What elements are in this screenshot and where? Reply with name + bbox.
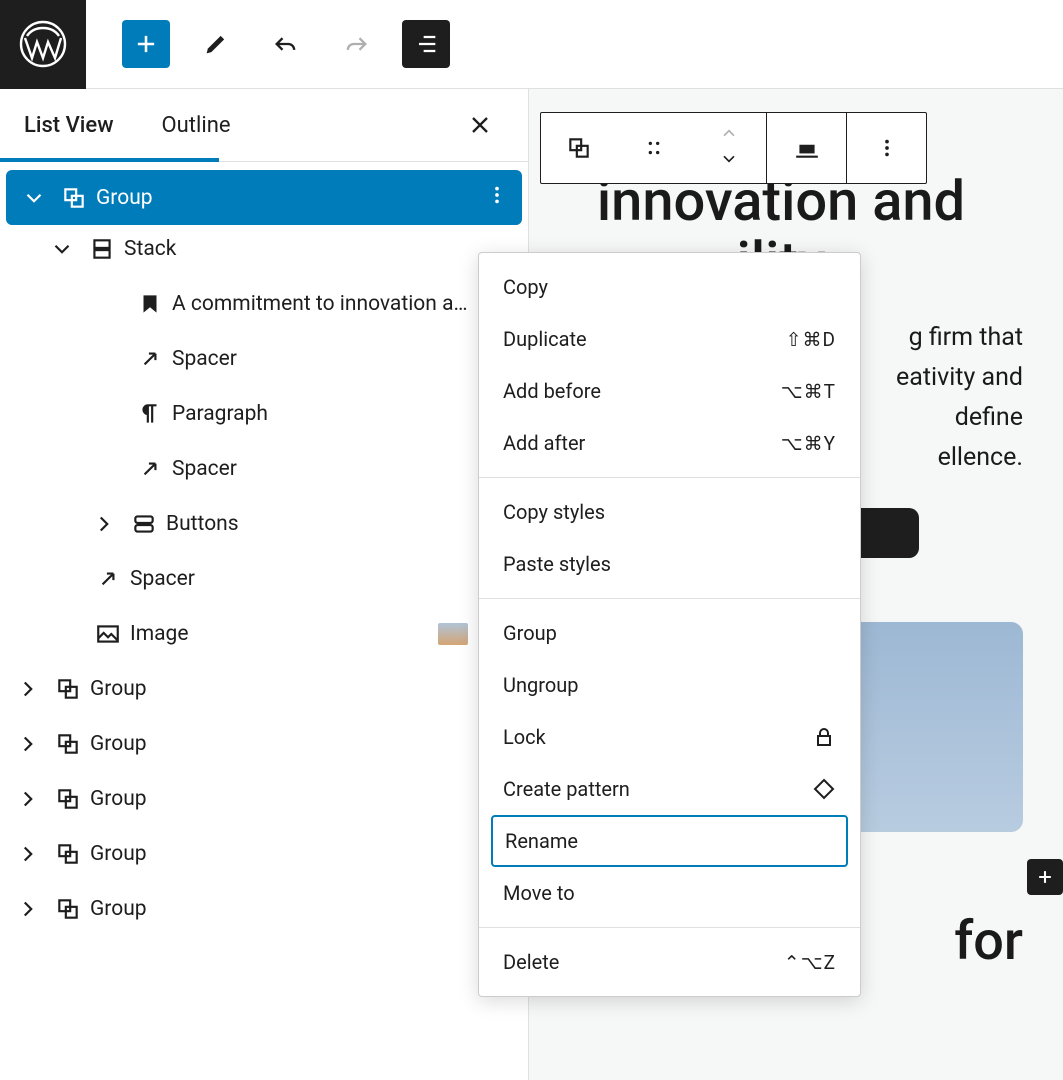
chevron-down-icon[interactable] bbox=[44, 236, 80, 262]
menu-rename[interactable]: Rename bbox=[491, 815, 848, 867]
shortcut-label: ⌥⌘Y bbox=[781, 432, 836, 455]
tree-item-spacer[interactable]: Spacer bbox=[0, 441, 528, 496]
tree-item-label: Spacer bbox=[130, 567, 528, 591]
tree-item-image[interactable]: Image bbox=[0, 606, 528, 661]
menu-copy-styles[interactable]: Copy styles bbox=[479, 486, 860, 538]
tree-item-label: A commitment to innovation a… bbox=[172, 292, 528, 316]
menu-create-pattern[interactable]: Create pattern bbox=[479, 763, 860, 815]
group-icon bbox=[46, 731, 90, 757]
paragraph-icon bbox=[128, 401, 172, 427]
move-buttons bbox=[691, 113, 766, 183]
image-thumbnail bbox=[438, 623, 468, 645]
menu-duplicate[interactable]: Duplicate⇧⌘D bbox=[479, 313, 860, 365]
tree-item-label: Spacer bbox=[172, 457, 528, 481]
group-icon bbox=[52, 185, 96, 211]
shortcut-label: ⌥⌘T bbox=[781, 380, 836, 403]
list-view-panel: List View Outline Group Stack A commitme… bbox=[0, 89, 529, 1080]
chevron-right-icon[interactable] bbox=[10, 676, 46, 702]
tree-item-label: Group bbox=[96, 186, 486, 210]
menu-move-to[interactable]: Move to bbox=[479, 867, 860, 919]
add-block-fab[interactable] bbox=[1027, 859, 1063, 895]
chevron-right-icon[interactable] bbox=[10, 731, 46, 757]
image-icon bbox=[86, 621, 130, 647]
drag-handle[interactable] bbox=[616, 113, 691, 183]
heading-icon bbox=[128, 291, 172, 317]
shortcut-label: ⌃⌥Z bbox=[784, 951, 836, 974]
chevron-right-icon[interactable] bbox=[86, 511, 122, 537]
align-button[interactable] bbox=[766, 113, 846, 183]
tree-item-label: Stack bbox=[124, 237, 528, 261]
tree-item-stack[interactable]: Stack bbox=[0, 221, 528, 276]
block-type-button[interactable] bbox=[541, 113, 616, 183]
buttons-icon bbox=[122, 511, 166, 537]
group-icon bbox=[46, 676, 90, 702]
menu-copy[interactable]: Copy bbox=[479, 261, 860, 313]
tree-item-spacer[interactable]: Spacer bbox=[0, 331, 528, 386]
menu-add-before[interactable]: Add before⌥⌘T bbox=[479, 365, 860, 417]
tree-item-buttons[interactable]: Buttons bbox=[0, 496, 528, 551]
tree-item-label: Group bbox=[90, 732, 528, 756]
block-more-options[interactable] bbox=[846, 113, 926, 183]
tree-item-label: Group bbox=[90, 677, 528, 701]
chevron-right-icon[interactable] bbox=[10, 896, 46, 922]
tree-item-heading[interactable]: A commitment to innovation a… bbox=[0, 276, 528, 331]
tree-item-label: Group bbox=[90, 787, 528, 811]
block-tree: Group Stack A commitment to innovation a… bbox=[0, 162, 528, 936]
stack-icon bbox=[80, 236, 124, 262]
tree-item-label: Image bbox=[130, 622, 438, 646]
add-block-button[interactable] bbox=[122, 20, 170, 68]
menu-ungroup[interactable]: Ungroup bbox=[479, 659, 860, 711]
chevron-down-icon[interactable] bbox=[16, 185, 52, 211]
close-panel-button[interactable] bbox=[456, 101, 504, 149]
menu-delete[interactable]: Delete⌃⌥Z bbox=[479, 936, 860, 988]
chevron-right-icon[interactable] bbox=[10, 841, 46, 867]
spacer-icon bbox=[128, 456, 172, 482]
top-toolbar bbox=[0, 0, 1063, 89]
undo-button[interactable] bbox=[262, 20, 310, 68]
more-options-icon[interactable] bbox=[486, 184, 508, 212]
shortcut-label: ⇧⌘D bbox=[786, 328, 836, 351]
chevron-right-icon[interactable] bbox=[10, 786, 46, 812]
group-icon bbox=[46, 841, 90, 867]
tree-item-group[interactable]: Group bbox=[0, 771, 528, 826]
menu-lock[interactable]: Lock bbox=[479, 711, 860, 763]
block-context-menu: Copy Duplicate⇧⌘D Add before⌥⌘T Add afte… bbox=[478, 252, 861, 997]
tree-item-group[interactable]: Group bbox=[0, 661, 528, 716]
block-toolbar bbox=[540, 112, 927, 184]
tree-item-group-selected[interactable]: Group bbox=[6, 170, 522, 225]
edit-tool-button[interactable] bbox=[192, 20, 240, 68]
tree-item-label: Group bbox=[90, 842, 528, 866]
tree-item-label: Group bbox=[90, 897, 528, 921]
tab-outline[interactable]: Outline bbox=[138, 89, 255, 161]
move-down-button[interactable] bbox=[719, 148, 739, 172]
lock-icon bbox=[812, 725, 836, 749]
wordpress-logo[interactable] bbox=[0, 0, 86, 89]
group-icon bbox=[46, 896, 90, 922]
spacer-icon bbox=[128, 346, 172, 372]
menu-add-after[interactable]: Add after⌥⌘Y bbox=[479, 417, 860, 469]
tree-item-group[interactable]: Group bbox=[0, 826, 528, 881]
tree-item-group[interactable]: Group bbox=[0, 881, 528, 936]
tree-item-spacer[interactable]: Spacer bbox=[0, 551, 528, 606]
redo-button[interactable] bbox=[332, 20, 380, 68]
panel-tabs: List View Outline bbox=[0, 89, 528, 162]
list-view-toggle-button[interactable] bbox=[402, 20, 450, 68]
active-tab-indicator bbox=[0, 158, 219, 162]
spacer-icon bbox=[86, 566, 130, 592]
tree-item-label: Buttons bbox=[166, 512, 528, 536]
tree-item-label: Spacer bbox=[172, 347, 528, 371]
tree-item-group[interactable]: Group bbox=[0, 716, 528, 771]
move-up-button[interactable] bbox=[719, 124, 739, 148]
menu-paste-styles[interactable]: Paste styles bbox=[479, 538, 860, 590]
tab-list-view[interactable]: List View bbox=[0, 89, 138, 161]
menu-group[interactable]: Group bbox=[479, 607, 860, 659]
group-icon bbox=[46, 786, 90, 812]
tree-item-paragraph[interactable]: Paragraph bbox=[0, 386, 528, 441]
tree-item-label: Paragraph bbox=[172, 402, 528, 426]
pattern-icon bbox=[812, 777, 836, 801]
